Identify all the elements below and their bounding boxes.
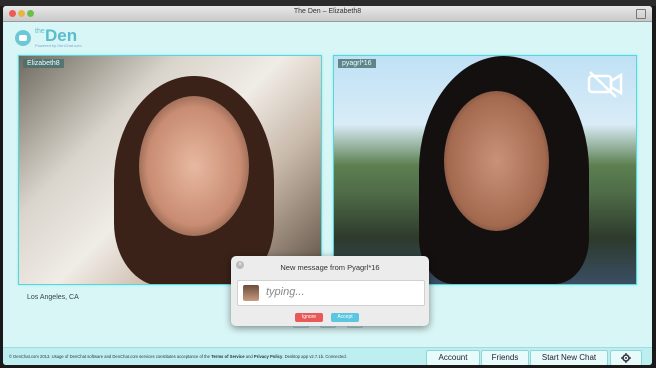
footer-bar: © DenChat.com 2013. Usage of DenChat sof… (3, 347, 652, 365)
title-bar: The Den – Elizabeth8 (3, 6, 652, 22)
ignore-button[interactable]: Ignore (295, 313, 323, 322)
fullscreen-icon[interactable] (636, 9, 646, 19)
privacy-link[interactable]: Privacy Policy (254, 354, 282, 359)
camera-off-icon[interactable] (586, 70, 624, 98)
logo-the: the (35, 28, 45, 35)
message-dialog: × New message from Pyagrl*16 typing... I… (231, 256, 429, 326)
location-label: Los Angeles, CA (27, 294, 79, 301)
remote-video-panel: pyagrl*16 (333, 55, 637, 285)
avatar (243, 285, 259, 301)
logo-icon (15, 30, 31, 46)
app-version: Desktop app v2.7.1b. (284, 354, 325, 359)
gear-icon (621, 353, 631, 363)
window-title: The Den – Elizabeth8 (293, 8, 362, 15)
accept-button[interactable]: Accept (331, 313, 359, 322)
local-video-panel: Elizabeth8 (18, 55, 322, 285)
dialog-title: New message from Pyagrl*16 (280, 263, 380, 272)
friends-button[interactable]: Friends (481, 350, 529, 365)
remote-username-tag: pyagrl*16 (338, 59, 376, 68)
footer-legal-prefix: © DenChat.com 2013. Usage of DenChat sof… (9, 354, 210, 359)
local-username-tag: Elizabeth8 (23, 59, 64, 68)
message-text: typing... (266, 286, 305, 298)
settings-button[interactable] (610, 350, 642, 365)
terms-link[interactable]: Terms of Service (211, 354, 244, 359)
app-window: The Den – Elizabeth8 the Den Powered by … (3, 6, 652, 365)
remote-video-person-face (444, 91, 549, 231)
account-button[interactable]: Account (426, 350, 480, 365)
start-new-chat-button[interactable]: Start New Chat (530, 350, 608, 365)
logo-tagline: Powered by DenChat.com (35, 43, 82, 48)
connection-status: Connected. (325, 354, 347, 359)
footer-and: and (245, 354, 253, 359)
message-preview: typing... (237, 280, 425, 306)
local-video-person-face (139, 96, 249, 236)
footer-legal: © DenChat.com 2013. Usage of DenChat sof… (9, 354, 347, 359)
